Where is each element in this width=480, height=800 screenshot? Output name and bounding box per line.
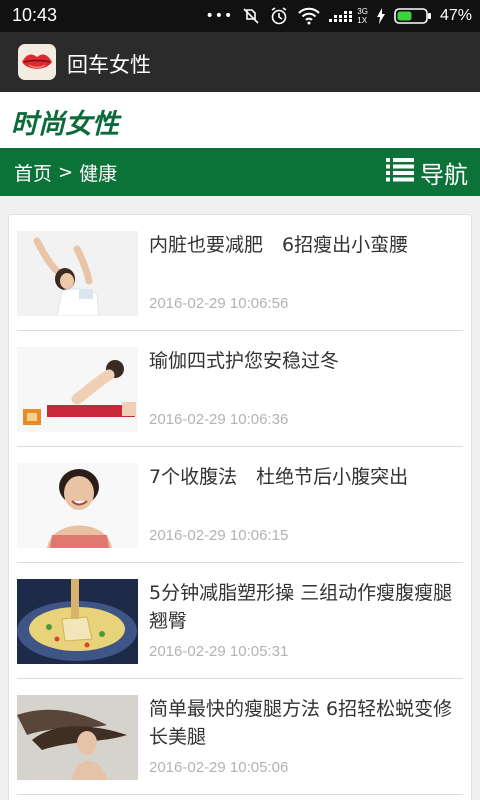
status-icons: ••• 3G 1X 47% — [206, 5, 472, 27]
article-timestamp: 2016-02-29 10:05:06 — [149, 759, 289, 776]
article-thumbnail — [17, 231, 138, 316]
wifi-icon — [297, 6, 321, 26]
list-item[interactable]: 简单最快的瘦腿方法 6招轻松蜕变修长美腿 2016-02-29 10:05:06 — [17, 679, 463, 795]
site-header: 时尚女性 — [0, 92, 480, 148]
list-item[interactable]: 7个收腹法 杜绝节后小腹突出 2016-02-29 10:06:15 — [17, 447, 463, 563]
battery-icon — [394, 7, 432, 25]
charging-icon — [376, 7, 386, 25]
list-item[interactable]: 瑜伽四式护您安稳过冬 2016-02-29 10:06:36 — [17, 331, 463, 447]
article-title[interactable]: 瑜伽四式护您安稳过冬 — [149, 347, 459, 375]
mute-icon — [241, 6, 261, 26]
breadcrumb: 首页 > 健康 — [14, 159, 117, 186]
more-notifications-icon: ••• — [205, 8, 234, 24]
battery-percent: 47% — [439, 7, 472, 24]
breadcrumb-bar: 首页 > 健康 导航 — [0, 148, 480, 196]
article-title[interactable]: 5分钟减脂塑形操 三组动作瘦腹瘦腿翘臀 — [149, 579, 459, 635]
alarm-icon — [269, 6, 289, 26]
status-bar: 10:43 ••• 3G 1X 47% — [0, 0, 480, 32]
signal-icon: 3G 1X — [329, 7, 368, 25]
breadcrumb-current[interactable]: 健康 — [79, 159, 117, 186]
article-thumbnail — [17, 463, 138, 548]
network-type-label-2: 1X — [357, 16, 368, 25]
lips-icon[interactable] — [18, 44, 56, 80]
article-list: 内脏也要减肥 6招瘦出小蛮腰 2016-02-29 10:06:56 瑜伽四式护… — [8, 214, 472, 800]
breadcrumb-separator: > — [58, 162, 74, 183]
article-thumbnail — [17, 579, 138, 664]
app-title: 回车女性 — [67, 53, 151, 77]
list-item[interactable]: 内脏也要减肥 6招瘦出小蛮腰 2016-02-29 10:06:56 — [17, 215, 463, 331]
list-item[interactable]: 5分钟减脂塑形操 三组动作瘦腹瘦腿翘臀 2016-02-29 10:05:31 — [17, 563, 463, 679]
list-menu-icon — [386, 157, 414, 189]
navigation-menu-label: 导航 — [420, 161, 468, 189]
article-timestamp: 2016-02-29 10:06:56 — [149, 295, 289, 312]
breadcrumb-home-link[interactable]: 首页 — [14, 159, 52, 186]
article-thumbnail — [17, 347, 138, 432]
article-title[interactable]: 7个收腹法 杜绝节后小腹突出 — [149, 463, 459, 491]
site-logo[interactable]: 时尚女性 — [11, 102, 119, 141]
network-type-label: 3G — [357, 7, 368, 16]
article-timestamp: 2016-02-29 10:06:15 — [149, 527, 289, 544]
article-title[interactable]: 内脏也要减肥 6招瘦出小蛮腰 — [149, 231, 459, 259]
status-time: 10:43 — [12, 5, 58, 25]
navigation-menu-button[interactable]: 导航 — [386, 155, 468, 190]
article-thumbnail — [17, 695, 138, 780]
article-timestamp: 2016-02-29 10:05:31 — [149, 643, 289, 660]
article-timestamp: 2016-02-29 10:06:36 — [149, 411, 289, 428]
article-title[interactable]: 简单最快的瘦腿方法 6招轻松蜕变修长美腿 — [149, 695, 459, 751]
app-bar: 回车女性 — [0, 32, 480, 92]
